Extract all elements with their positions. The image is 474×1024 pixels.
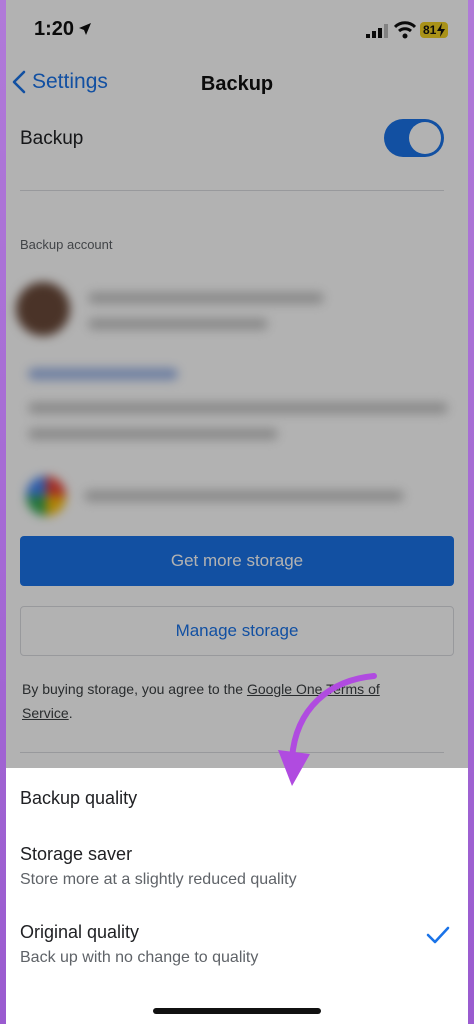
option-title: Storage saver (20, 844, 133, 864)
frame-edge (0, 0, 6, 1024)
option-subtitle: Store more at a slightly reduced quality (20, 871, 297, 888)
sheet-title: Backup quality (20, 788, 138, 808)
option-original-quality[interactable]: Original quality Back up with no change … (20, 922, 454, 967)
option-subtitle: Back up with no change to quality (20, 949, 259, 966)
checkmark-icon (426, 926, 450, 944)
option-title: Original quality (20, 922, 140, 942)
annotation-arrow-icon (278, 673, 377, 786)
backup-quality-sheet: Backup quality Storage saver Store more … (0, 768, 474, 1024)
modal-scrim[interactable] (0, 0, 474, 768)
backup-settings-screen: 1:20 81 Settings Backup Backup Backup ac… (0, 0, 474, 1024)
option-storage-saver[interactable]: Storage saver Store more at a slightly r… (20, 844, 454, 889)
home-indicator (153, 1008, 321, 1014)
frame-edge (468, 0, 474, 1024)
